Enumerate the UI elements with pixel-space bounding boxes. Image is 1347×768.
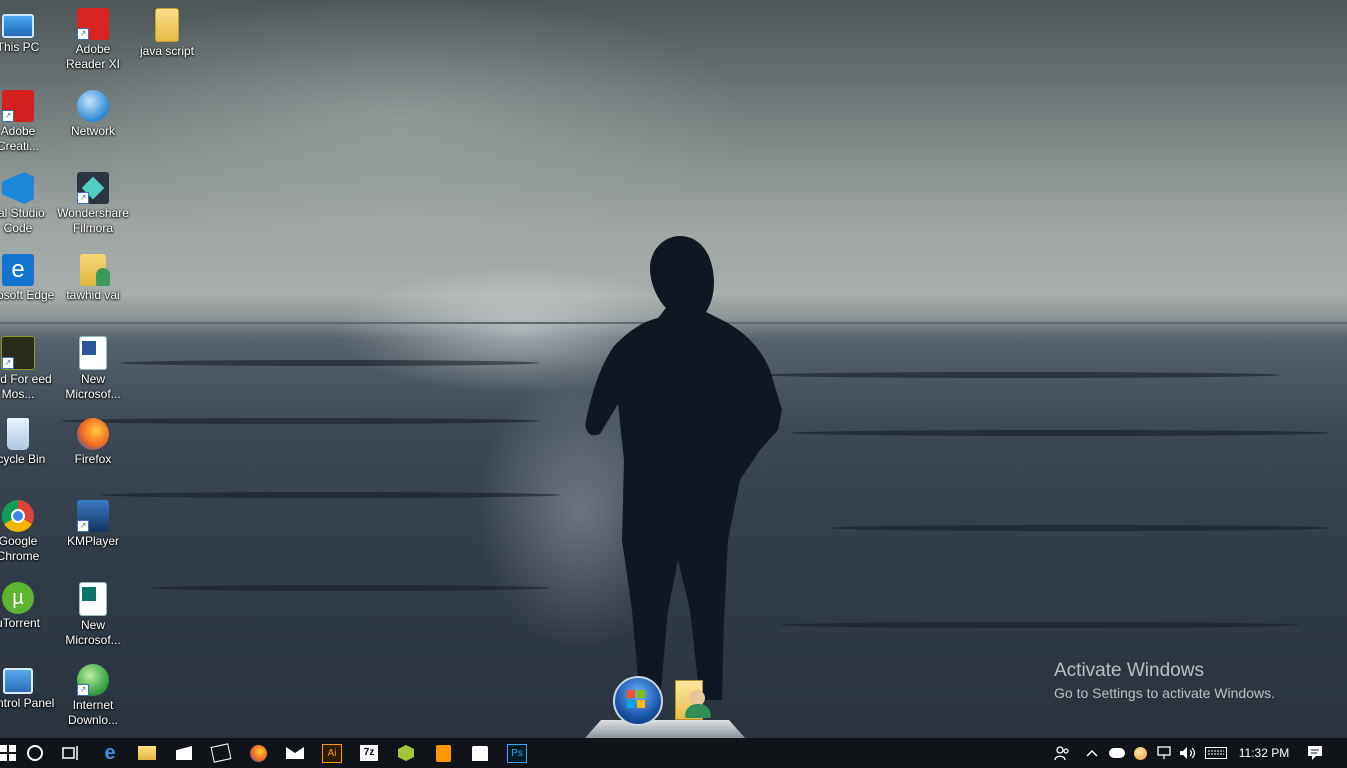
vscode-icon: [2, 172, 34, 204]
desktop-icon-utorrent[interactable]: µ uTorrent: [0, 582, 56, 631]
firefox-icon[interactable]: [240, 738, 276, 768]
sublime-icon[interactable]: [425, 738, 461, 768]
clock[interactable]: 11:32 PM: [1232, 738, 1296, 768]
network-icon: [77, 90, 109, 122]
adobe-reader-icon: ↗: [77, 8, 109, 40]
activate-windows-title: Activate Windows: [1054, 660, 1204, 681]
desktop-icon-control-panel[interactable]: Control Panel: [0, 664, 56, 711]
illustrator-icon[interactable]: Ai: [314, 738, 350, 768]
mail-icon[interactable]: [277, 738, 313, 768]
recycle-bin-icon: [7, 418, 29, 450]
solitaire-icon[interactable]: [203, 738, 239, 768]
kmplayer-icon: ↗: [77, 500, 109, 532]
this-pc-icon: [2, 14, 34, 38]
dock-shelf: [585, 720, 745, 738]
android-studio-icon[interactable]: [388, 738, 424, 768]
chrome-icon: [2, 500, 34, 532]
people-icon[interactable]: [1050, 738, 1074, 768]
desktop-icon-filmora[interactable]: ↗ Wondershare Filmora: [55, 172, 131, 236]
desktop-icon-chrome[interactable]: Google Chrome: [0, 500, 56, 564]
utorrent-icon: µ: [2, 582, 34, 614]
action-center-icon[interactable]: [1302, 738, 1328, 768]
idm-icon: ↗: [77, 664, 109, 696]
onedrive-sync-icon[interactable]: [1106, 738, 1128, 768]
desktop-icon-nfs[interactable]: ↗ leed For eed Mos...: [0, 336, 56, 402]
network-tray-icon[interactable]: [1153, 738, 1175, 768]
desktop-icon-network[interactable]: Network: [55, 90, 131, 139]
desktop-icon-adobe-reader[interactable]: ↗ Adobe Reader XI: [55, 8, 131, 72]
desktop-icon-new-publisher-doc[interactable]: New Microsof...: [55, 582, 131, 648]
user-folder-icon[interactable]: [675, 680, 715, 720]
desktop-icon-java-script[interactable]: java script: [129, 8, 205, 59]
user-folder-icon: [80, 254, 110, 286]
dock: [585, 676, 745, 738]
volume-icon[interactable]: [1177, 738, 1199, 768]
desktop-icon-kmplayer[interactable]: ↗ KMPlayer: [55, 500, 131, 549]
nfs-icon: ↗: [1, 336, 35, 370]
search-circle-icon[interactable]: [17, 738, 53, 768]
app-tray-icon[interactable]: [1130, 738, 1150, 768]
activate-windows-subtitle: Go to Settings to activate Windows.: [1054, 685, 1275, 701]
desktop-icon-edge[interactable]: e licrosoft Edge: [0, 254, 56, 303]
adobe-creative-cloud-icon: ↗: [2, 90, 34, 122]
desktop-icon-idm[interactable]: ↗ Internet Downlo...: [55, 664, 131, 728]
desktop-icon-firefox[interactable]: Firefox: [55, 418, 131, 467]
photoshop-icon[interactable]: Ps: [499, 738, 535, 768]
keyboard-icon[interactable]: [1203, 738, 1229, 768]
file-explorer-icon[interactable]: [129, 738, 165, 768]
activate-windows-watermark: Activate Windows Go to Settings to activ…: [1054, 660, 1275, 701]
movies-icon[interactable]: [166, 738, 202, 768]
taskbar: e Ai 7z Ps 11:32 PM: [0, 738, 1347, 768]
7zip-icon[interactable]: 7z: [351, 738, 387, 768]
edge-icon[interactable]: e: [92, 738, 128, 768]
windows-orb-icon[interactable]: [613, 676, 663, 726]
show-hidden-icons-icon[interactable]: [1082, 738, 1102, 768]
edge-icon: e: [2, 254, 34, 286]
task-view-icon[interactable]: [53, 738, 89, 768]
desktop-icon-tawhid-vai[interactable]: tawhid vai: [55, 254, 131, 303]
desktop-icon-adobe-creative-cloud[interactable]: ↗ Adobe Creati...: [0, 90, 56, 154]
folder-icon: [155, 8, 179, 42]
store-icon[interactable]: [462, 738, 498, 768]
desktop-icon-vscode[interactable]: ual Studio Code: [0, 172, 56, 236]
word-doc-icon: [79, 336, 107, 370]
publisher-doc-icon: [79, 582, 107, 616]
silhouette-person: [585, 236, 782, 700]
filmora-icon: ↗: [77, 172, 109, 204]
firefox-icon: [77, 418, 109, 450]
desktop-icon-recycle-bin[interactable]: ecycle Bin: [0, 418, 56, 467]
desktop-wallpaper: [0, 0, 1347, 738]
control-panel-icon: [3, 668, 33, 694]
desktop-icon-new-word-doc[interactable]: New Microsof...: [55, 336, 131, 402]
desktop-icon-this-pc[interactable]: This PC: [0, 8, 56, 55]
